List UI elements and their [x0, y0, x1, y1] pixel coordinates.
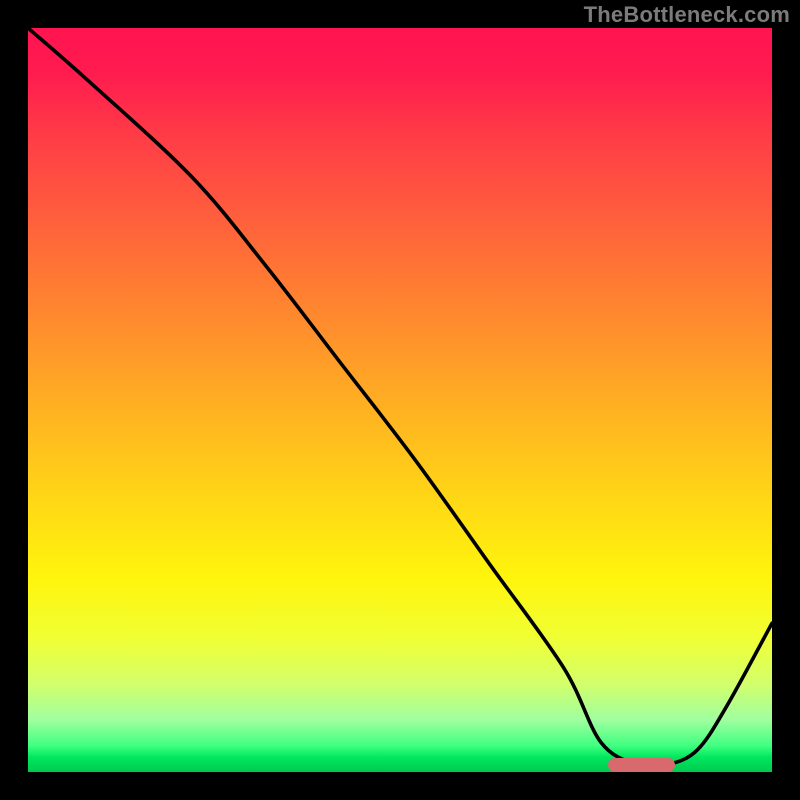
chart-container: TheBottleneck.com	[0, 0, 800, 800]
watermark-text: TheBottleneck.com	[584, 2, 790, 28]
optimal-range-marker	[608, 758, 675, 772]
plot-area	[28, 28, 772, 772]
bottleneck-curve	[28, 28, 772, 772]
